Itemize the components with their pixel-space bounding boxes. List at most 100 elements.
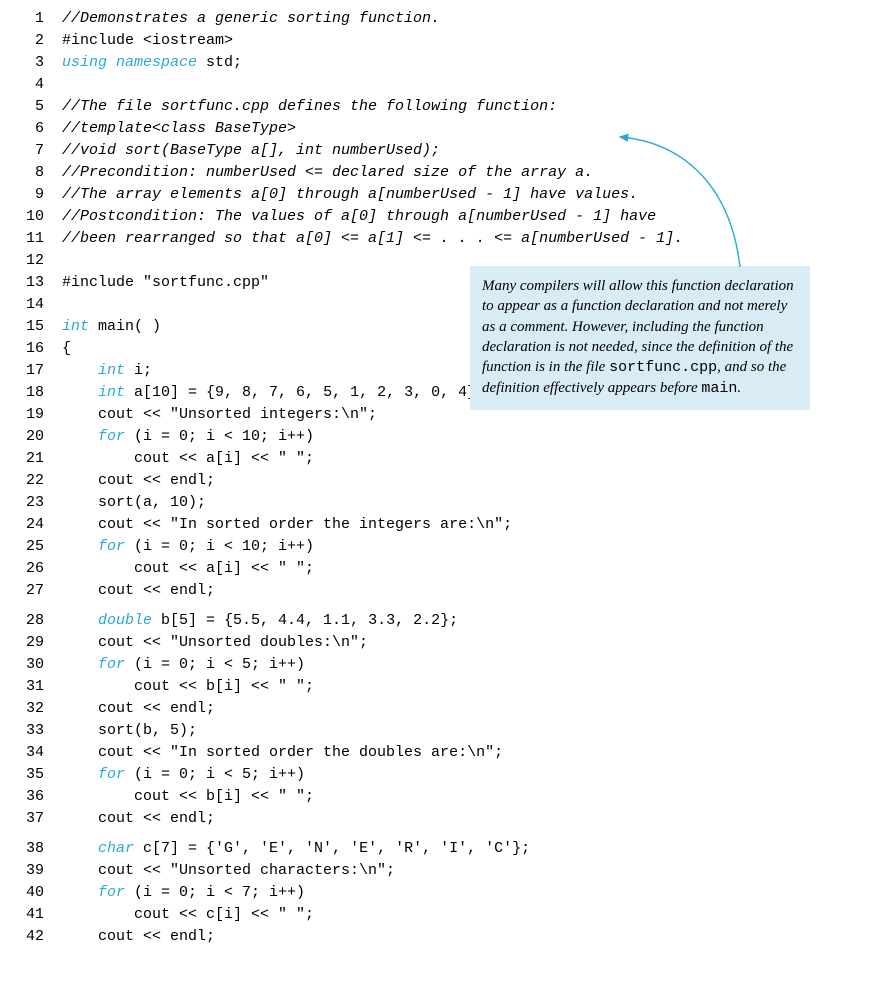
- code-line: 30 for (i = 0; i < 5; i++): [10, 654, 865, 676]
- line-number: 10: [10, 206, 62, 228]
- line-number: 4: [10, 74, 62, 96]
- line-number: 3: [10, 52, 62, 74]
- line-number: 26: [10, 558, 62, 580]
- code-content: for (i = 0; i < 5; i++): [62, 764, 305, 786]
- code-line: 38 char c[7] = {'G', 'E', 'N', 'E', 'R',…: [10, 838, 865, 860]
- line-number: 11: [10, 228, 62, 250]
- code-line: 23 sort(a, 10);: [10, 492, 865, 514]
- code-content: {: [62, 338, 71, 360]
- line-number: 31: [10, 676, 62, 698]
- code-line: 42 cout << endl;: [10, 926, 865, 948]
- code-content: cout << a[i] << " ";: [62, 448, 314, 470]
- line-number: 20: [10, 426, 62, 448]
- line-number: 15: [10, 316, 62, 338]
- code-line: 40 for (i = 0; i < 7; i++): [10, 882, 865, 904]
- code-content: cout << "Unsorted integers:\n";: [62, 404, 377, 426]
- line-number: 33: [10, 720, 62, 742]
- code-content: cout << endl;: [62, 808, 215, 830]
- code-content: cout << b[i] << " ";: [62, 786, 314, 808]
- line-number: 35: [10, 764, 62, 786]
- code-content: int a[10] = {9, 8, 7, 6, 5, 1, 2, 3, 0, …: [62, 382, 485, 404]
- callout-mono-1: sortfunc.cpp: [609, 359, 717, 376]
- code-line: 9//The array elements a[0] through a[num…: [10, 184, 865, 206]
- code-line: 22 cout << endl;: [10, 470, 865, 492]
- code-content: char c[7] = {'G', 'E', 'N', 'E', 'R', 'I…: [62, 838, 530, 860]
- code-line: 2#include <iostream>: [10, 30, 865, 52]
- code-content: //Postcondition: The values of a[0] thro…: [62, 206, 656, 228]
- line-number: 8: [10, 162, 62, 184]
- line-number: 23: [10, 492, 62, 514]
- code-content: //void sort(BaseType a[], int numberUsed…: [62, 140, 440, 162]
- code-content: cout << endl;: [62, 698, 215, 720]
- code-line: 20 for (i = 0; i < 10; i++): [10, 426, 865, 448]
- code-content: sort(b, 5);: [62, 720, 197, 742]
- code-content: cout << "In sorted order the integers ar…: [62, 514, 512, 536]
- code-content: cout << endl;: [62, 926, 215, 948]
- code-content: //template<class BaseType>: [62, 118, 296, 140]
- code-content: cout << endl;: [62, 580, 215, 602]
- callout-mono-2: main: [701, 380, 737, 397]
- line-number: 32: [10, 698, 62, 720]
- line-number: 6: [10, 118, 62, 140]
- line-number: 9: [10, 184, 62, 206]
- callout-box: Many compilers will allow this function …: [470, 266, 810, 410]
- line-number: 27: [10, 580, 62, 602]
- code-content: cout << a[i] << " ";: [62, 558, 314, 580]
- code-line: 1//Demonstrates a generic sorting functi…: [10, 8, 865, 30]
- line-number: 12: [10, 250, 62, 272]
- line-number: 41: [10, 904, 62, 926]
- code-content: for (i = 0; i < 5; i++): [62, 654, 305, 676]
- callout-text-3: .: [737, 380, 741, 396]
- code-line: 31 cout << b[i] << " ";: [10, 676, 865, 698]
- code-content: sort(a, 10);: [62, 492, 206, 514]
- code-content: //The array elements a[0] through a[numb…: [62, 184, 638, 206]
- line-number: 28: [10, 610, 62, 632]
- line-number: 7: [10, 140, 62, 162]
- line-number: 17: [10, 360, 62, 382]
- line-number: 36: [10, 786, 62, 808]
- code-content: double b[5] = {5.5, 4.4, 1.1, 3.3, 2.2};: [62, 610, 458, 632]
- line-number: 19: [10, 404, 62, 426]
- line-number: 42: [10, 926, 62, 948]
- line-number: 22: [10, 470, 62, 492]
- code-content: cout << "Unsorted doubles:\n";: [62, 632, 368, 654]
- line-number: 16: [10, 338, 62, 360]
- line-number: 34: [10, 742, 62, 764]
- code-content: int main( ): [62, 316, 161, 338]
- line-number: 25: [10, 536, 62, 558]
- code-line: 34 cout << "In sorted order the doubles …: [10, 742, 865, 764]
- code-line: 21 cout << a[i] << " ";: [10, 448, 865, 470]
- code-line: 26 cout << a[i] << " ";: [10, 558, 865, 580]
- line-number: 37: [10, 808, 62, 830]
- code-line: 24 cout << "In sorted order the integers…: [10, 514, 865, 536]
- code-content: cout << "Unsorted characters:\n";: [62, 860, 395, 882]
- line-number: 21: [10, 448, 62, 470]
- code-line: 33 sort(b, 5);: [10, 720, 865, 742]
- code-line: 27 cout << endl;: [10, 580, 865, 602]
- code-line: 29 cout << "Unsorted doubles:\n";: [10, 632, 865, 654]
- code-line: 3using namespace std;: [10, 52, 865, 74]
- code-line: 32 cout << endl;: [10, 698, 865, 720]
- code-line: 4: [10, 74, 865, 96]
- code-listing: 1//Demonstrates a generic sorting functi…: [10, 8, 865, 948]
- code-line: 6//template<class BaseType>: [10, 118, 865, 140]
- code-line: 5//The file sortfunc.cpp defines the fol…: [10, 96, 865, 118]
- code-content: for (i = 0; i < 7; i++): [62, 882, 305, 904]
- code-line: 8//Precondition: numberUsed <= declared …: [10, 162, 865, 184]
- line-number: 29: [10, 632, 62, 654]
- code-line: 35 for (i = 0; i < 5; i++): [10, 764, 865, 786]
- code-line: 10//Postcondition: The values of a[0] th…: [10, 206, 865, 228]
- code-content: #include "sortfunc.cpp": [62, 272, 269, 294]
- code-line: 7//void sort(BaseType a[], int numberUse…: [10, 140, 865, 162]
- code-line: 25 for (i = 0; i < 10; i++): [10, 536, 865, 558]
- line-number: 1: [10, 8, 62, 30]
- line-number: 5: [10, 96, 62, 118]
- line-number: 40: [10, 882, 62, 904]
- line-number: 24: [10, 514, 62, 536]
- line-number: 13: [10, 272, 62, 294]
- line-number: 38: [10, 838, 62, 860]
- code-line: 37 cout << endl;: [10, 808, 865, 830]
- code-content: for (i = 0; i < 10; i++): [62, 536, 314, 558]
- line-number: 30: [10, 654, 62, 676]
- code-content: cout << c[i] << " ";: [62, 904, 314, 926]
